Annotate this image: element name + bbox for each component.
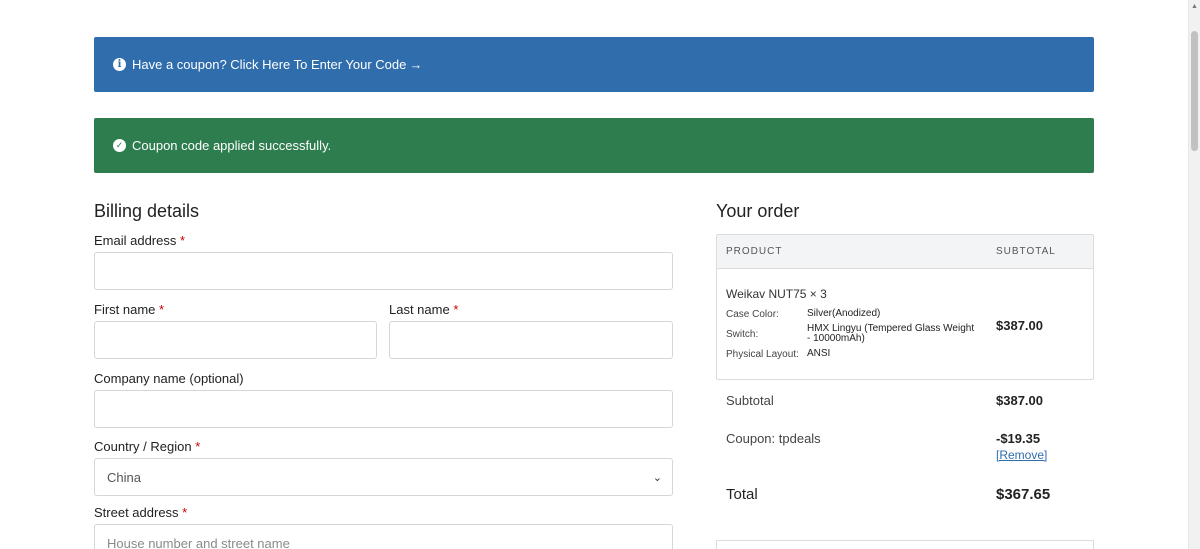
- coupon-prompt-notice[interactable]: i Have a coupon? Click Here To Enter You…: [94, 37, 1094, 92]
- order-table: PRODUCT SUBTOTAL Weikav NUT75 × 3 Case C…: [716, 234, 1094, 380]
- required-mark: *: [180, 233, 186, 248]
- product-name: Weikav NUT75 × 3: [726, 287, 827, 301]
- required-mark: *: [195, 439, 201, 454]
- coupon-value: -$19.35: [996, 431, 1041, 446]
- meta-value-case-color: Silver(Anodized): [807, 308, 881, 319]
- last-name-label: Last name *: [389, 302, 459, 317]
- required-mark: *: [159, 302, 165, 317]
- arrow-right-icon: →: [409, 57, 423, 72]
- email-label: Email address *: [94, 233, 186, 248]
- meta-value-switch: HMX Lingyu (Tempered Glass Weight - 1000…: [807, 323, 975, 344]
- remove-coupon-link[interactable]: [Remove]: [996, 448, 1047, 462]
- first-name-field[interactable]: [94, 321, 377, 359]
- coupon-success-notice: ✓ Coupon code applied successfully.: [94, 118, 1094, 173]
- payment-box: [716, 540, 1094, 549]
- street-field[interactable]: House number and street name: [94, 524, 673, 549]
- chevron-down-icon: ⌄: [652, 471, 662, 484]
- street-label: Street address *: [94, 505, 188, 520]
- street-placeholder: House number and street name: [107, 535, 290, 549]
- company-field[interactable]: [94, 390, 673, 428]
- scroll-up-icon[interactable]: ▲: [1191, 3, 1198, 10]
- country-value: China: [107, 469, 141, 485]
- coupon-success-text: Coupon code applied successfully.: [132, 138, 332, 153]
- last-name-field[interactable]: [389, 321, 673, 359]
- meta-key-switch: Switch:: [726, 329, 759, 340]
- country-label: Country / Region *: [94, 439, 201, 454]
- coupon-prompt-text[interactable]: Have a coupon? Click Here To Enter Your …: [132, 57, 406, 72]
- check-circle-icon: ✓: [113, 139, 126, 152]
- total-value: $367.65: [996, 486, 1051, 503]
- order-table-header: PRODUCT SUBTOTAL: [717, 235, 1093, 269]
- meta-key-layout: Physical Layout:: [726, 349, 799, 360]
- email-field[interactable]: [94, 252, 673, 290]
- meta-key-case-color: Case Color:: [726, 309, 779, 320]
- col-product: PRODUCT: [726, 246, 783, 257]
- your-order-title: Your order: [716, 201, 800, 221]
- checkout-page: i Have a coupon? Click Here To Enter You…: [0, 0, 1200, 549]
- scrollbar[interactable]: ▲: [1188, 0, 1200, 549]
- subtotal-value: $387.00: [996, 393, 1043, 408]
- info-icon: i: [113, 58, 126, 71]
- scrollbar-thumb[interactable]: [1191, 31, 1198, 151]
- subtotal-label: Subtotal: [726, 393, 774, 408]
- item-total: $387.00: [996, 318, 1043, 333]
- col-subtotal: SUBTOTAL: [996, 246, 1056, 257]
- company-label: Company name (optional): [94, 371, 244, 386]
- total-label: Total: [726, 486, 758, 503]
- billing-details-title: Billing details: [94, 201, 200, 221]
- required-mark: *: [453, 302, 459, 317]
- required-mark: *: [182, 505, 188, 520]
- first-name-label: First name *: [94, 302, 165, 317]
- coupon-label: Coupon: tpdeals: [726, 431, 821, 446]
- meta-value-layout: ANSI: [807, 348, 831, 359]
- country-select[interactable]: China ⌄: [94, 458, 673, 496]
